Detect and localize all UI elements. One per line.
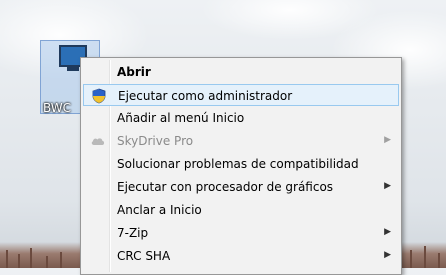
menu-item-crc-sha[interactable]: CRC SHA ▶ (83, 245, 399, 267)
menu-item-troubleshoot-compat[interactable]: Solucionar problemas de compatibilidad (83, 153, 399, 175)
submenu-arrow-icon: ▶ (384, 250, 391, 260)
menu-item-7zip[interactable]: 7-Zip ▶ (83, 222, 399, 244)
context-menu: Abrir Ejecutar como administrador Añadir… (80, 57, 402, 275)
submenu-arrow-icon: ▶ (384, 227, 391, 237)
menu-item-pin-to-start[interactable]: Anclar a Inicio (83, 199, 399, 221)
menu-item-abrir[interactable]: Abrir (83, 61, 399, 83)
menu-item-skydrive-pro[interactable]: SkyDrive Pro ▶ (83, 130, 399, 152)
uac-shield-icon (91, 88, 107, 104)
skydrive-cloud-icon (90, 133, 106, 149)
desktop-icon-label: BWC (43, 101, 72, 115)
submenu-arrow-icon: ▶ (384, 181, 391, 191)
menu-item-run-with-gpu[interactable]: Ejecutar con procesador de gráficos ▶ (83, 176, 399, 198)
submenu-arrow-icon: ▶ (384, 135, 391, 145)
menu-item-pin-start-menu[interactable]: Añadir al menú Inicio (83, 107, 399, 129)
menu-item-run-as-admin[interactable]: Ejecutar como administrador (83, 84, 399, 106)
